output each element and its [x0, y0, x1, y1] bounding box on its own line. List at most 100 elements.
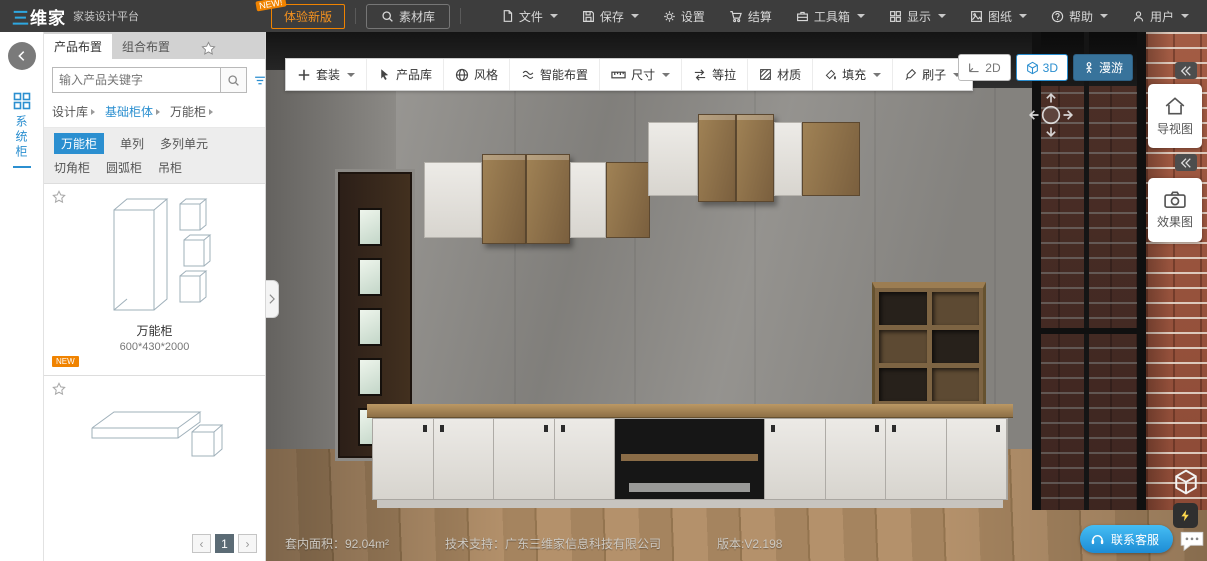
open-shelf-unit[interactable] [872, 282, 986, 408]
product-wireframe-image [52, 382, 257, 474]
collapse-left-icon [1180, 158, 1192, 168]
breadcrumb-universal-cabinet[interactable]: 万能柜 [170, 103, 213, 120]
menu-settings[interactable]: 设置 [651, 0, 717, 32]
rail-item-system-cabinet[interactable]: 系统柜 [13, 92, 31, 168]
menu-drawings[interactable]: 图纸 [958, 0, 1039, 32]
next-page-button[interactable]: › [238, 534, 257, 553]
cabinet-door[interactable] [482, 154, 526, 244]
app-logo[interactable]: 三三维家维家 家装设计平台 [0, 4, 151, 29]
product-card[interactable]: 万能柜 600*430*2000 NEW [44, 184, 265, 376]
material-library-button[interactable]: 素材库 [366, 4, 450, 29]
cabinet-door[interactable] [434, 419, 495, 499]
nav-view-button[interactable]: 导视图 [1148, 84, 1202, 148]
chevron-down-icon [550, 14, 558, 18]
collapse-render-tab[interactable] [1175, 154, 1197, 171]
try-new-version-button[interactable]: NEW! 体验新版 [271, 4, 345, 29]
help-icon [1051, 10, 1064, 23]
breadcrumb-design-lib[interactable]: 设计库 [52, 103, 95, 120]
tool-style[interactable]: 风格 [443, 59, 509, 90]
current-page[interactable]: 1 [215, 534, 234, 553]
tab-product-layout[interactable]: 产品布置 [44, 34, 112, 59]
panel-collapse-handle[interactable] [266, 280, 279, 318]
pagination: ‹ 1 › [192, 534, 257, 553]
tool-dimensions[interactable]: 尺寸 [599, 59, 681, 90]
wall-cabinet-left-group[interactable] [424, 162, 650, 238]
tv-cabinet[interactable] [372, 404, 1008, 508]
tool-material[interactable]: 材质 [747, 59, 812, 90]
category-single-column[interactable]: 单列 [120, 135, 144, 152]
category-arc[interactable]: 圆弧柜 [106, 159, 142, 176]
move-gizmo-icon[interactable] [1026, 90, 1076, 140]
contact-support-button[interactable]: 联系客服 [1080, 525, 1173, 553]
view-2d-button[interactable]: 2D [958, 54, 1010, 81]
shelf-cubby [879, 292, 927, 325]
menu-file[interactable]: 文件 [489, 0, 570, 32]
3d-cube-icon [1026, 61, 1039, 75]
collapse-navview-tab[interactable] [1175, 62, 1197, 79]
chat-bubble-icon[interactable] [1179, 529, 1205, 556]
menu-checkout[interactable]: 结算 [717, 0, 784, 32]
viewport-3d[interactable]: 套装 产品库 风格 智能布置 尺寸 [266, 32, 1207, 561]
cabinet-door[interactable] [373, 419, 434, 499]
tab-combo-layout[interactable]: 组合布置 [112, 34, 180, 59]
cabinet-door[interactable] [947, 419, 1008, 499]
cabinet-door[interactable] [774, 122, 802, 196]
search-button[interactable] [220, 68, 246, 92]
menu-help[interactable]: 帮助 [1039, 0, 1120, 32]
prev-page-button[interactable]: ‹ [192, 534, 211, 553]
tool-product-library[interactable]: 产品库 [366, 59, 443, 90]
material-icon [759, 68, 772, 81]
favorites-tab[interactable] [194, 38, 222, 59]
cursor-icon [378, 68, 391, 81]
search-input[interactable] [53, 68, 220, 92]
scene-3d[interactable] [266, 32, 1207, 561]
star-icon[interactable] [52, 382, 66, 396]
swap-arrows-icon [693, 69, 707, 81]
tool-suite[interactable]: 套装 [286, 59, 366, 90]
product-card[interactable] [44, 376, 265, 526]
cabinet-door[interactable] [698, 114, 736, 202]
viewport-toolbar: 套装 产品库 风格 智能布置 尺寸 [285, 58, 973, 91]
quick-render-button[interactable] [1173, 503, 1198, 528]
cabinet-door[interactable] [826, 419, 887, 499]
category-universal[interactable]: 万能柜 [54, 133, 104, 154]
cabinet-door[interactable] [802, 122, 860, 196]
view-3d-button[interactable]: 3D [1016, 54, 1068, 81]
ruler-icon [611, 69, 626, 81]
category-cut-corner[interactable]: 切角柜 [54, 159, 90, 176]
back-arrow-icon [15, 49, 29, 63]
cabinet-door[interactable] [648, 122, 698, 196]
chevron-down-icon [1019, 14, 1027, 18]
caret-right-icon [209, 109, 213, 115]
star-icon[interactable] [52, 190, 66, 204]
cube-icon [1173, 468, 1199, 496]
category-multi-column[interactable]: 多列单元 [160, 135, 208, 152]
cabinet-door[interactable] [765, 419, 826, 499]
back-button[interactable] [8, 42, 36, 70]
cabinet-door[interactable] [886, 419, 947, 499]
3d-view-cube-button[interactable] [1173, 468, 1199, 499]
tv-open-shelf[interactable] [615, 419, 765, 499]
cabinet-door[interactable] [555, 419, 616, 499]
cabinet-door[interactable] [736, 114, 774, 202]
app-window: 三三维家维家 家装设计平台 NEW! 体验新版 素材库 文件 保存 [0, 0, 1207, 561]
render-view-button[interactable]: 效果图 [1148, 178, 1202, 242]
menu-save[interactable]: 保存 [570, 0, 651, 32]
cabinet-door[interactable] [606, 162, 650, 238]
menu-display[interactable]: 显示 [877, 0, 958, 32]
tool-smart-layout[interactable]: 智能布置 [509, 59, 599, 90]
view-mode-switcher: 2D 3D 漫游 [958, 54, 1133, 81]
menu-toolbox[interactable]: 工具箱 [784, 0, 877, 32]
roam-button[interactable]: 漫游 [1073, 54, 1133, 81]
breadcrumb-base-cabinet[interactable]: 基础柜体 [105, 103, 160, 120]
category-hanging[interactable]: 吊柜 [158, 159, 182, 176]
wall-cabinet-right-group[interactable] [648, 122, 860, 196]
2d-plane-icon [968, 61, 981, 74]
tool-fill[interactable]: 填充 [812, 59, 892, 90]
cabinet-door[interactable] [494, 419, 555, 499]
menu-user[interactable]: 用户 [1120, 0, 1201, 32]
cabinet-door[interactable] [570, 162, 606, 238]
cabinet-door[interactable] [526, 154, 570, 244]
cabinet-door[interactable] [424, 162, 482, 238]
tool-stretch[interactable]: 等拉 [681, 59, 747, 90]
